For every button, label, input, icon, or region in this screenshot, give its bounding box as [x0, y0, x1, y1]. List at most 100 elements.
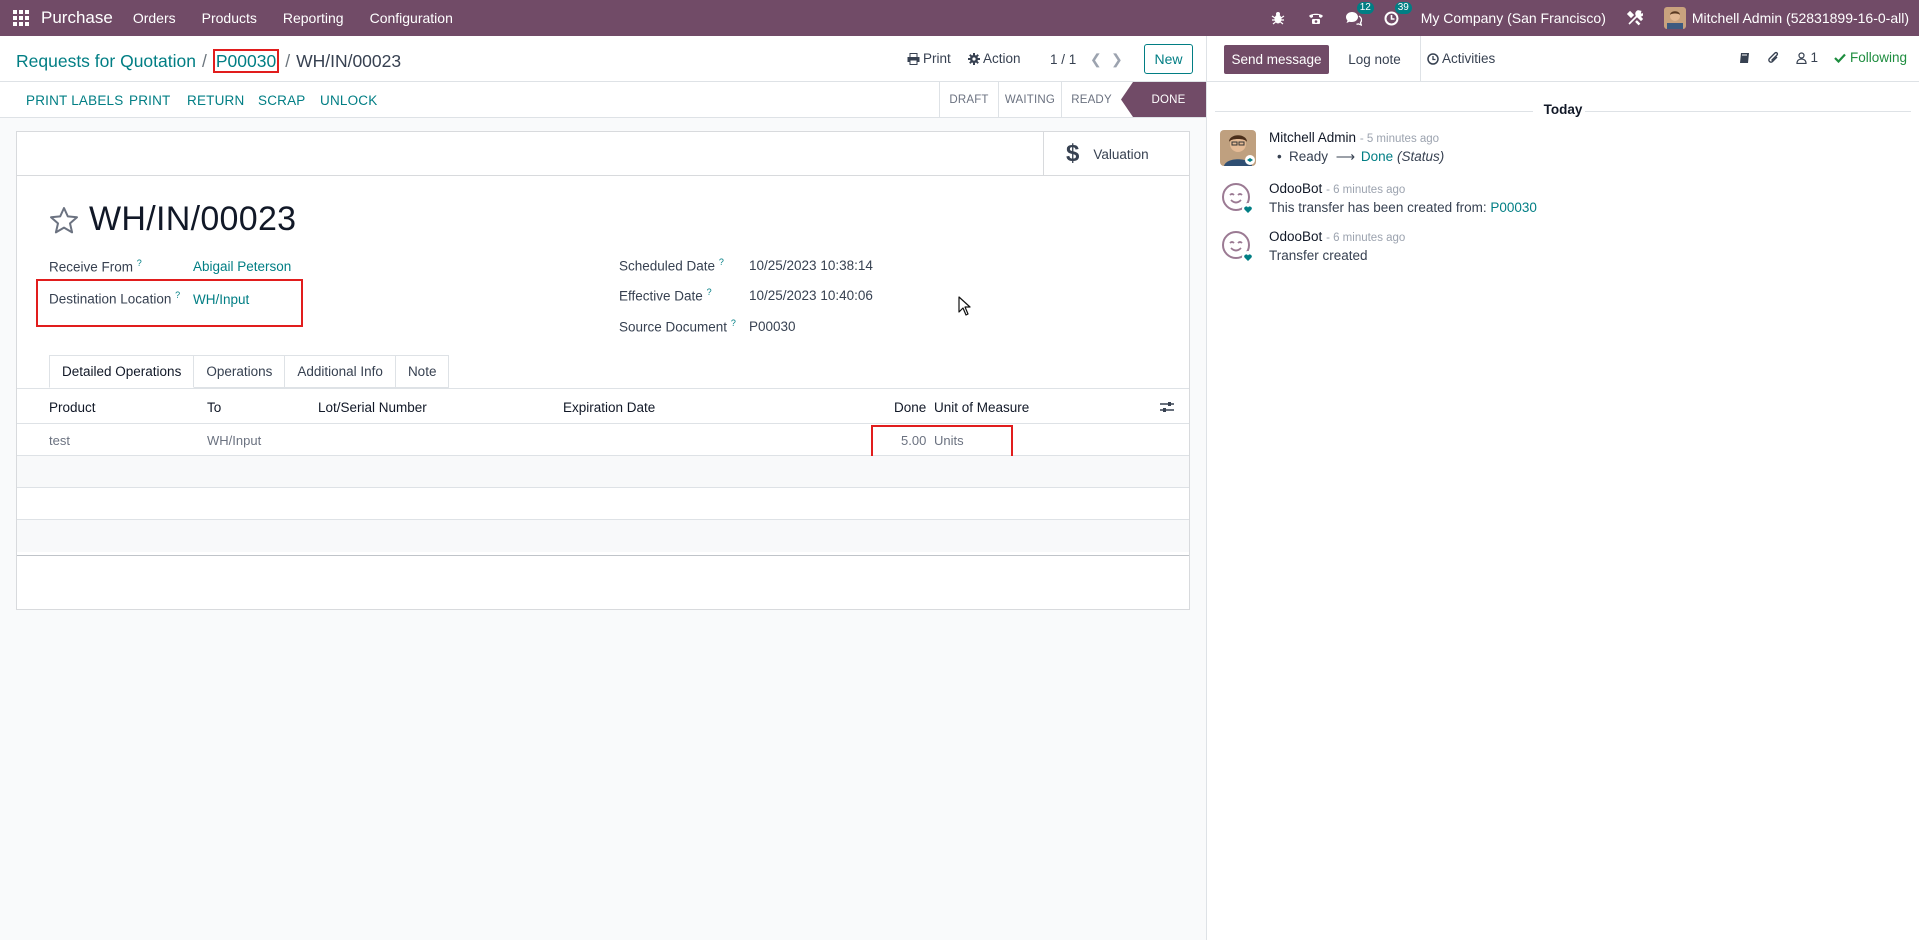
return-button[interactable]: RETURN — [187, 93, 244, 108]
following-label: Following — [1849, 50, 1907, 65]
action-label: Action — [983, 51, 1021, 66]
unlock-button[interactable]: UNLOCK — [320, 93, 377, 108]
record-title: WH/IN/00023 — [89, 200, 297, 238]
message-po-link[interactable]: P00030 — [1490, 200, 1537, 215]
messages-icon[interactable]: 12 — [1345, 2, 1374, 27]
print-report-button[interactable]: PRINT — [129, 93, 171, 108]
bug-icon[interactable] — [1269, 9, 1287, 27]
effective-date-label: Effective Date ? — [619, 287, 712, 304]
paperclip-icon[interactable] — [1767, 51, 1780, 65]
followers-count: 1 — [1810, 50, 1818, 65]
debug-tools-icon[interactable] — [1626, 9, 1644, 27]
breadcrumb-rfq[interactable]: Requests for Quotation — [16, 51, 196, 72]
column-unit-of-measure[interactable]: Unit of Measure — [934, 400, 1029, 415]
author-name[interactable]: Mitchell Admin — [1269, 130, 1356, 145]
pager-next-icon[interactable]: ❯ — [1111, 51, 1123, 68]
breadcrumb-current: WH/IN/00023 — [296, 50, 402, 71]
stage-draft: DRAFT — [939, 82, 998, 117]
title-row: WH/IN/00023 — [49, 200, 296, 239]
activities-button[interactable]: Activities — [1427, 51, 1495, 66]
phone-icon[interactable] — [1307, 9, 1325, 27]
activities-count-badge: 39 — [1394, 2, 1412, 14]
cell-product: test — [49, 433, 70, 448]
message-body: This transfer has been created from: P00… — [1269, 200, 1537, 215]
print-label: Print — [923, 51, 951, 66]
star-icon[interactable] — [49, 206, 79, 234]
smart-button-box: $ Valuation — [17, 132, 1189, 176]
help-tooltip[interactable]: ? — [731, 318, 736, 328]
pager-value[interactable]: 1 / 1 — [1050, 52, 1076, 67]
receive-from-label: Receive From ? — [49, 258, 142, 275]
help-tooltip[interactable]: ? — [707, 287, 712, 297]
column-expiration-date[interactable]: Expiration Date — [563, 400, 655, 415]
author-avatar[interactable] — [1220, 130, 1256, 166]
user-menu[interactable]: Mitchell Admin (52831899-16-0-all) — [1663, 7, 1909, 29]
column-product[interactable]: Product — [49, 400, 96, 415]
send-message-button[interactable]: Send message — [1224, 45, 1329, 74]
menu-products[interactable]: Products — [202, 10, 257, 26]
valuation-button[interactable]: $ Valuation — [1043, 132, 1189, 176]
help-tooltip[interactable]: ? — [137, 258, 142, 268]
breadcrumb: Requests for Quotation / P00030 / WH/IN/… — [16, 49, 401, 73]
valuation-label: Valuation — [1093, 146, 1149, 162]
activities-clock-icon[interactable]: 39 — [1383, 2, 1412, 27]
column-to[interactable]: To — [207, 400, 221, 415]
source-document-field[interactable]: P00030 — [749, 319, 796, 334]
action-button[interactable]: Action — [968, 51, 1021, 66]
receive-from-label-text: Receive From — [49, 259, 134, 275]
user-name: Mitchell Admin (52831899-16-0-all) — [1691, 10, 1909, 26]
message-author: Mitchell Admin - 5 minutes ago — [1269, 130, 1439, 145]
print-button[interactable]: Print — [907, 51, 951, 66]
followers-button[interactable]: 1 — [1796, 50, 1818, 65]
column-lot-serial[interactable]: Lot/Serial Number — [318, 400, 427, 415]
tracking-new-value: Done — [1360, 149, 1394, 164]
column-done[interactable]: Done — [894, 400, 926, 415]
menu-reporting[interactable]: Reporting — [283, 10, 344, 26]
author-name[interactable]: OdooBot — [1269, 229, 1322, 244]
scheduled-date-label: Scheduled Date ? — [619, 257, 724, 274]
tab-operations[interactable]: Operations — [194, 355, 286, 388]
day-separator-line — [1585, 111, 1911, 112]
menu-configuration[interactable]: Configuration — [370, 10, 453, 26]
table-row[interactable]: test WH/Input 5.00 Units — [17, 424, 1189, 456]
breadcrumb-separator: / — [201, 50, 207, 71]
author-name[interactable]: OdooBot — [1269, 181, 1322, 196]
company-switcher[interactable]: My Company (San Francisco) — [1421, 10, 1606, 26]
breadcrumb-po[interactable]: P00030 — [212, 49, 280, 73]
scrap-button[interactable]: SCRAP — [258, 93, 306, 108]
user-avatar — [1663, 7, 1686, 29]
scheduled-date-label-text: Scheduled Date — [619, 258, 716, 274]
message-author: OdooBot - 6 minutes ago — [1269, 181, 1405, 196]
printer-icon — [907, 52, 920, 65]
tab-detailed-operations[interactable]: Detailed Operations — [49, 355, 195, 388]
chatter-topbar-icons: 1 Following — [1739, 50, 1907, 65]
source-document-label-text: Source Document — [619, 319, 728, 335]
odoobot-avatar[interactable] — [1220, 229, 1256, 265]
source-document-label: Source Document ? — [619, 318, 736, 335]
day-separator: Today — [1543, 102, 1583, 117]
optional-columns-icon[interactable] — [1160, 401, 1174, 413]
book-icon[interactable] — [1739, 52, 1751, 64]
chatter-topbar: Send message Log note Activities 1 Follo… — [1207, 36, 1919, 82]
pager-previous-icon[interactable]: ❮ — [1090, 51, 1102, 68]
log-note-button[interactable]: Log note — [1329, 36, 1421, 82]
table-header: Product To Lot/Serial Number Expiration … — [17, 389, 1189, 424]
following-button[interactable]: Following — [1834, 50, 1907, 65]
cell-to: WH/Input — [207, 433, 262, 448]
highlight-box-destination — [36, 279, 303, 327]
form-sheet: $ Valuation WH/IN/00023 Receive From ? A… — [16, 131, 1190, 610]
help-tooltip[interactable]: ? — [719, 257, 724, 267]
tab-additional-info[interactable]: Additional Info — [285, 355, 396, 388]
print-labels-button[interactable]: PRINT LABELS — [26, 93, 123, 108]
gear-icon — [968, 52, 980, 65]
stage-ready: READY — [1061, 82, 1121, 117]
menu-orders[interactable]: Orders — [133, 10, 176, 26]
apps-menu-icon[interactable] — [11, 8, 31, 28]
message-body: Transfer created — [1269, 248, 1368, 263]
tab-note[interactable]: Note — [395, 355, 450, 388]
user-icon — [1796, 51, 1808, 64]
receive-from-field[interactable]: Abigail Peterson — [193, 259, 291, 274]
odoobot-avatar[interactable] — [1220, 181, 1256, 217]
app-name[interactable]: Purchase — [41, 8, 113, 28]
new-button[interactable]: New — [1144, 44, 1193, 74]
